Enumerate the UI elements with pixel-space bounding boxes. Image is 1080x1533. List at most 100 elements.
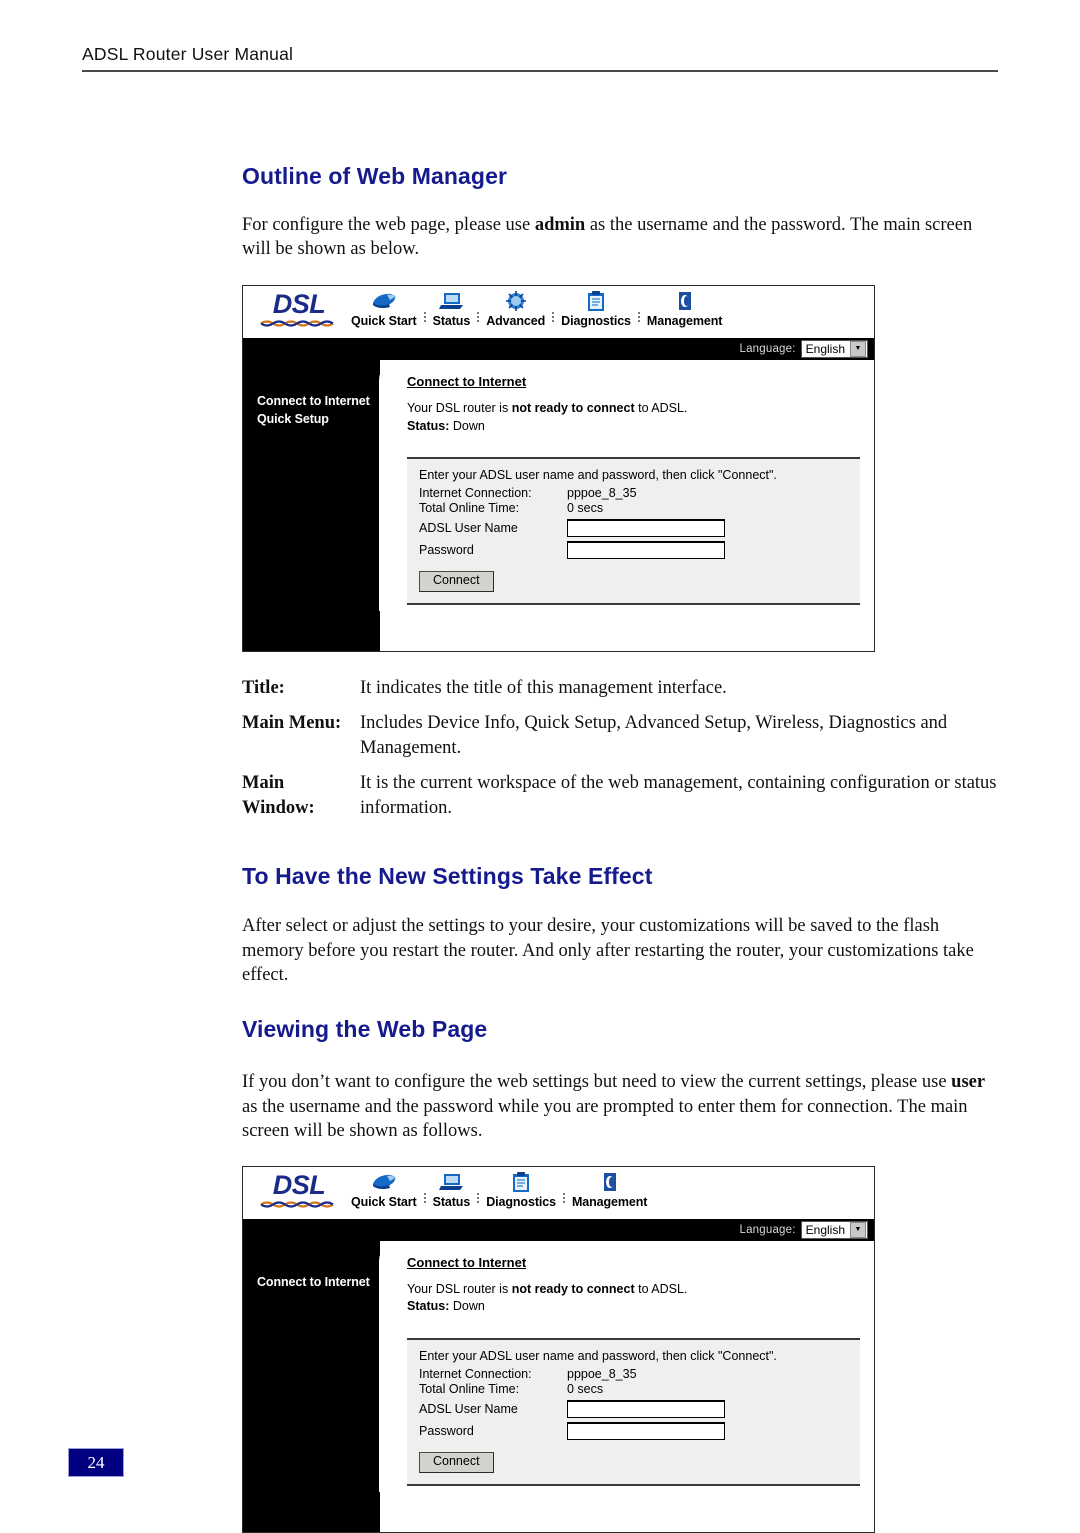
connect-button[interactable]: Connect xyxy=(419,571,494,593)
status-sentence-suffix: to ADSL. xyxy=(634,1281,688,1296)
nav-item-status[interactable]: Status xyxy=(429,1171,475,1209)
connect-panel-hint: Enter your ADSL user name and password, … xyxy=(419,468,777,483)
nav-item-quick-start[interactable]: Quick Start xyxy=(347,290,421,328)
dsl-logo-user: DSL xyxy=(251,1167,347,1209)
screenshot-user-web-manager: DSL Quick Start Status Diagnostics Manag… xyxy=(242,1165,875,1533)
definition-term-text: Main Menu xyxy=(242,713,336,734)
nav-label: Status xyxy=(432,313,471,328)
info-row: Total Online Time: 0 secs xyxy=(419,1382,727,1397)
connect-info-table: Internet Connection: pppoe_8_35 Total On… xyxy=(419,486,727,560)
status-sentence-prefix: Your DSL router is xyxy=(407,400,512,415)
browser-frame-user: DSL Quick Start Status Diagnostics Manag… xyxy=(242,1165,875,1533)
language-value: English xyxy=(805,341,845,356)
info-key: Internet Connection: xyxy=(419,486,532,501)
connect-panel-admin: Enter your ADSL user name and password, … xyxy=(407,457,860,606)
mouse-pointer-icon xyxy=(372,293,396,308)
sidebar-item-connect-to-internet[interactable]: Connect to Internet xyxy=(257,1273,380,1291)
nav-item-diagnostics[interactable]: Diagnostics xyxy=(482,1171,560,1209)
password-input[interactable] xyxy=(567,541,725,560)
definition-description: Includes Device Info, Quick Setup, Advan… xyxy=(360,713,948,758)
definition-row: Main Window: It is the current workspace… xyxy=(242,771,1002,831)
nav-item-quick-start[interactable]: Quick Start xyxy=(347,1171,421,1209)
paragraph-viewing-text-1: If you don’t want to configure the web s… xyxy=(242,1072,952,1093)
adsl-user-name-label: ADSL User Name xyxy=(419,1402,518,1417)
status-label: Status: xyxy=(407,1299,450,1314)
nav-item-status[interactable]: Status xyxy=(429,290,475,328)
browser-frame-admin: DSL Quick Start Status Advanced Diagnost… xyxy=(242,284,875,653)
info-value: 0 secs xyxy=(567,501,604,516)
sidebar-item-quick-setup[interactable]: Quick Setup xyxy=(257,410,380,428)
paragraph-viewing: If you don’t want to configure the web s… xyxy=(242,1070,1002,1143)
info-row: Internet Connection: pppoe_8_35 xyxy=(419,1367,727,1382)
language-value: English xyxy=(805,1222,845,1237)
chevron-down-icon: ▼ xyxy=(850,1221,866,1238)
nav-item-diagnostics[interactable]: Diagnostics xyxy=(557,290,635,328)
info-key: Internet Connection: xyxy=(419,1367,532,1382)
definition-colon: : xyxy=(278,678,285,699)
nav-label: Quick Start xyxy=(351,1194,417,1209)
laptop-icon xyxy=(439,292,464,309)
nav-item-advanced[interactable]: Advanced xyxy=(482,290,549,328)
panel-spacer xyxy=(407,1486,874,1492)
dsl-logo-text: DSL xyxy=(272,288,326,319)
definition-row: Main Menu: Includes Device Info, Quick S… xyxy=(242,711,1002,771)
definition-term: Main Window: xyxy=(242,771,360,831)
password-input[interactable] xyxy=(567,1422,725,1441)
router-status-sentence: Your DSL router is not ready to connect … xyxy=(407,400,874,418)
definition-description: It indicates the title of this managemen… xyxy=(360,678,727,699)
nav-label: Management xyxy=(571,1194,648,1209)
router-bottom-admin xyxy=(243,611,874,652)
router-navbar-user: DSL Quick Start Status Diagnostics Manag… xyxy=(243,1166,874,1219)
router-sidebar-admin: Connect to Internet Quick Setup xyxy=(243,359,380,612)
paragraph-outline-text-1: For configure the web page, please use xyxy=(242,215,535,235)
status-value: Down xyxy=(452,418,485,433)
nav-separator xyxy=(474,311,482,328)
language-bar-user: Language: English ▼ xyxy=(243,1218,874,1241)
form-row: Password xyxy=(419,538,727,560)
connect-button-row: Connect xyxy=(419,1452,860,1473)
section-heading-viewing: Viewing the Web Page xyxy=(242,1016,488,1043)
nav-label: Diagnostics xyxy=(561,313,631,328)
language-select[interactable]: English ▼ xyxy=(800,1220,868,1239)
nav-item-management[interactable]: Management xyxy=(643,290,726,328)
folder-box-icon xyxy=(678,291,691,310)
connect-button[interactable]: Connect xyxy=(419,1452,494,1473)
nav-separator xyxy=(635,311,643,328)
language-select[interactable]: English ▼ xyxy=(800,339,868,358)
router-navbar-admin: DSL Quick Start Status Advanced Diagnost… xyxy=(243,285,874,338)
info-row: Internet Connection: pppoe_8_35 xyxy=(419,486,727,501)
password-label: Password xyxy=(419,543,474,558)
status-label: Status: xyxy=(407,418,450,433)
router-nav-items-user: Quick Start Status Diagnostics Managemen… xyxy=(347,1167,651,1209)
adsl-user-name-label: ADSL User Name xyxy=(419,521,518,536)
sidebar-item-connect-to-internet[interactable]: Connect to Internet xyxy=(257,392,380,410)
clipboard-icon xyxy=(588,290,605,311)
gear-burst-icon xyxy=(505,290,526,311)
definition-term-text: Title xyxy=(242,678,279,699)
sidebar-bottom-fill xyxy=(243,611,380,652)
main-window-title: Connect to Internet xyxy=(407,373,527,389)
router-body-admin: Connect to Internet Quick Setup Connect … xyxy=(243,359,874,612)
nav-separator xyxy=(474,1192,482,1209)
form-row: Password xyxy=(419,1419,727,1441)
nav-item-management[interactable]: Management xyxy=(568,1171,651,1209)
info-row: Total Online Time: 0 secs xyxy=(419,501,727,516)
adsl-user-name-input[interactable] xyxy=(567,1400,725,1419)
status-value: Down xyxy=(452,1299,485,1314)
definition-row: Title: It indicates the title of this ma… xyxy=(242,676,1002,711)
nav-label: Status xyxy=(432,1194,471,1209)
router-main-user: Connect to Internet Your DSL router is n… xyxy=(379,1240,874,1492)
form-row: ADSL User Name xyxy=(419,1397,727,1419)
definition-term: Main Menu: xyxy=(242,711,360,771)
nav-label: Management xyxy=(646,313,723,328)
nav-separator xyxy=(421,1192,429,1209)
status-sentence-bold: not ready to connect xyxy=(511,1281,635,1296)
router-nav-items-admin: Quick Start Status Advanced Diagnostics … xyxy=(347,286,726,328)
definition-term: Title: xyxy=(242,676,360,711)
form-row: ADSL User Name xyxy=(419,516,727,538)
router-body-user: Connect to Internet Connect to Internet … xyxy=(243,1240,874,1492)
screenshot-admin-web-manager: DSL Quick Start Status Advanced Diagnost… xyxy=(242,284,875,653)
adsl-user-name-input[interactable] xyxy=(567,519,725,538)
info-key: Total Online Time: xyxy=(419,501,520,516)
info-value: pppoe_8_35 xyxy=(567,1367,637,1382)
